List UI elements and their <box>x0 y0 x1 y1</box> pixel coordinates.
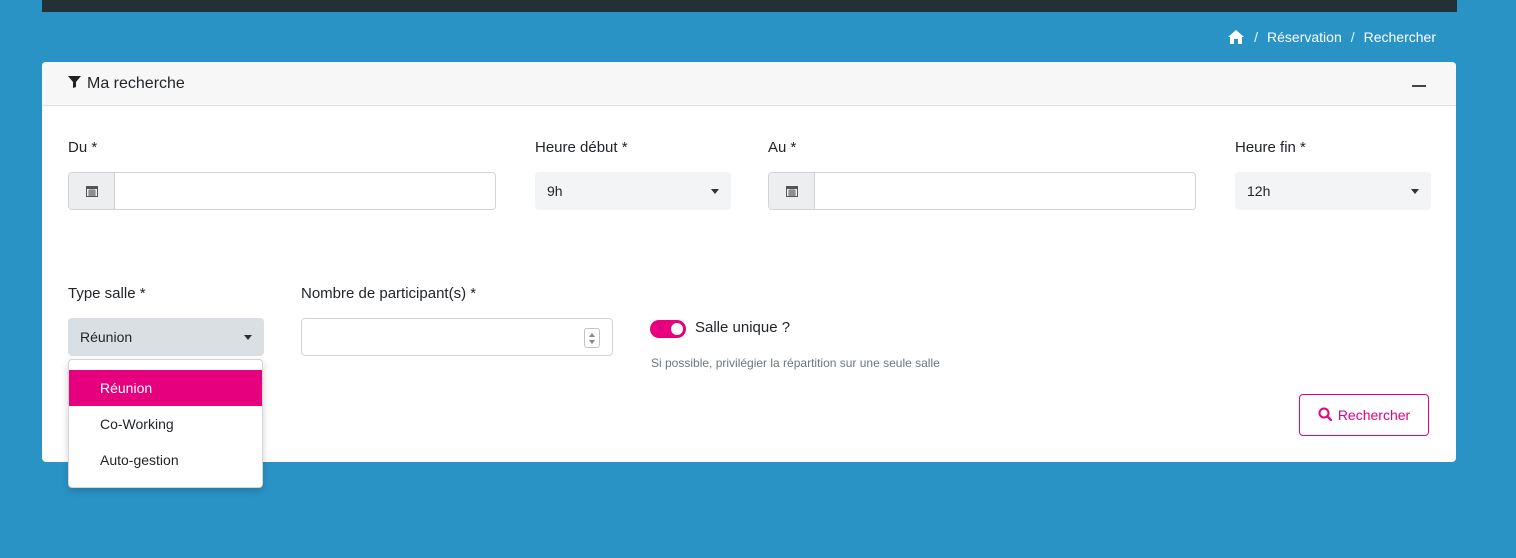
breadcrumb-item-rechercher: Rechercher <box>1363 29 1436 45</box>
breadcrumb-separator: / <box>1350 29 1355 45</box>
start-hour-value: 9h <box>547 183 563 199</box>
room-type-label: Type salle * <box>68 285 146 302</box>
end-hour-label: Heure fin * <box>1235 139 1306 156</box>
filter-icon <box>68 75 81 93</box>
search-icon <box>1318 407 1332 424</box>
dropdown-option-reunion[interactable]: Réunion <box>69 370 262 406</box>
participants-input[interactable] <box>301 318 613 356</box>
chevron-down-icon <box>1411 189 1419 194</box>
breadcrumb: / Réservation / Rechercher <box>1227 27 1436 47</box>
start-hour-label: Heure début * <box>535 139 628 156</box>
minus-icon[interactable] <box>1412 85 1426 87</box>
search-panel-header[interactable]: Ma recherche <box>42 62 1456 106</box>
breadcrumb-separator: / <box>1254 29 1259 45</box>
search-button[interactable]: Rechercher <box>1299 394 1429 436</box>
home-icon[interactable] <box>1227 29 1245 45</box>
date-from-input[interactable] <box>115 173 495 209</box>
end-hour-select[interactable]: 12h <box>1235 172 1431 210</box>
room-type-dropdown: Réunion Co-Working Auto-gestion <box>68 359 263 488</box>
chevron-down-icon <box>711 189 719 194</box>
calendar-icon[interactable] <box>769 173 815 209</box>
dropdown-option-autogestion[interactable]: Auto-gestion <box>69 442 262 478</box>
end-hour-value: 12h <box>1247 183 1271 199</box>
date-to-input[interactable] <box>815 173 1195 209</box>
date-to-label: Au * <box>768 139 797 156</box>
single-room-label: Salle unique ? <box>695 319 791 336</box>
panel-title: Ma recherche <box>68 75 185 93</box>
room-type-select[interactable]: Réunion <box>68 318 264 356</box>
spin-down-icon <box>589 339 595 344</box>
top-navbar <box>42 0 1457 12</box>
room-type-value: Réunion <box>80 329 133 345</box>
date-from-label: Du * <box>68 139 98 156</box>
participants-label: Nombre de participant(s) * <box>301 285 477 302</box>
search-button-label: Rechercher <box>1337 407 1411 423</box>
number-spinner[interactable] <box>584 328 600 348</box>
panel-title-text: Ma recherche <box>87 74 185 92</box>
breadcrumb-item-reservation[interactable]: Réservation <box>1267 29 1342 45</box>
date-from-field <box>68 172 496 210</box>
single-room-hint: Si possible, privilégier la répartition … <box>651 356 940 370</box>
chevron-down-icon <box>244 335 252 340</box>
dropdown-option-coworking[interactable]: Co-Working <box>69 406 262 442</box>
toggle-knob <box>671 323 683 335</box>
date-to-field <box>768 172 1196 210</box>
spin-up-icon <box>589 332 595 337</box>
single-room-toggle[interactable] <box>650 320 686 338</box>
calendar-icon[interactable] <box>69 173 115 209</box>
start-hour-select[interactable]: 9h <box>535 172 731 210</box>
